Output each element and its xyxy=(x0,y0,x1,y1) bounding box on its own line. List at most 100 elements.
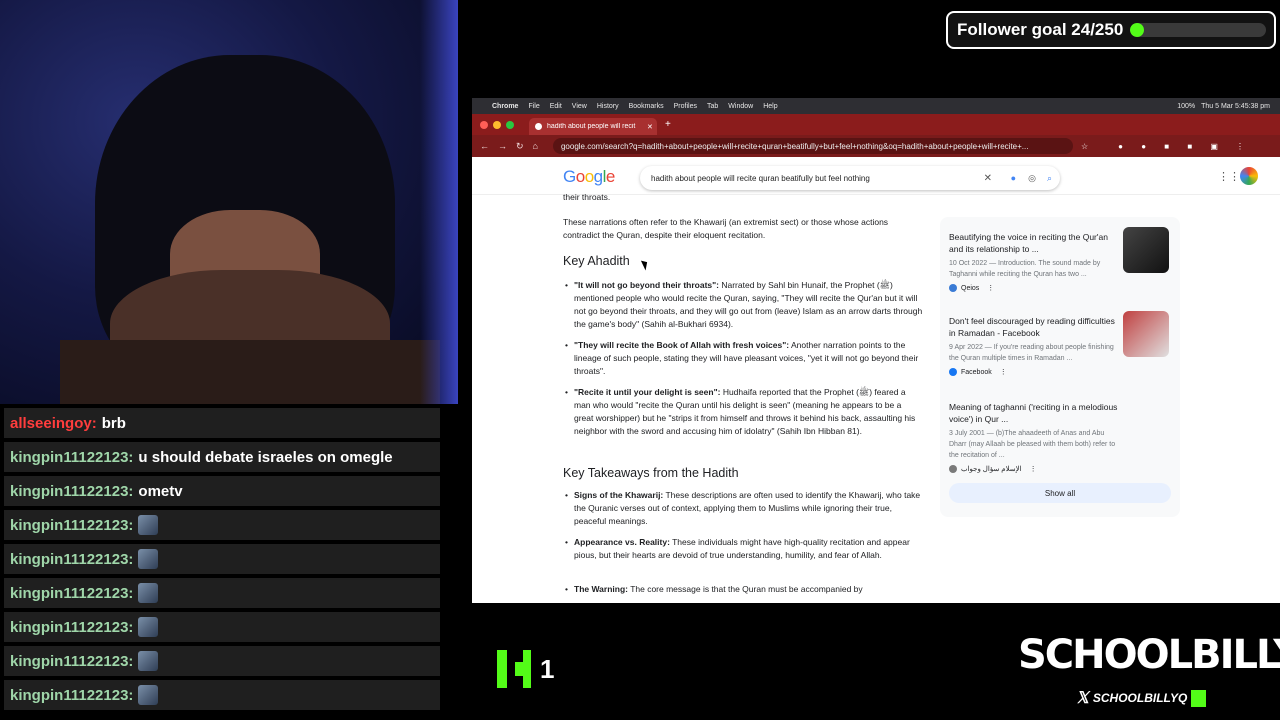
apps-grid-icon[interactable]: ⋮⋮ xyxy=(1218,170,1240,183)
address-bar[interactable]: google.com/search?q=hadith+about+people+… xyxy=(552,138,1073,154)
toolbar: ← → ↻ ⌂ google.com/search?q=hadith+about… xyxy=(472,135,1280,157)
search-icon[interactable]: ⌕ xyxy=(1047,173,1052,184)
source-card[interactable]: Meaning of taghanni ('reciting in a melo… xyxy=(949,401,1169,473)
chat-username[interactable]: kingpin11122123: xyxy=(10,619,133,636)
home-icon[interactable]: ⌂ xyxy=(533,141,538,151)
bookmark-star-icon[interactable]: ☆ xyxy=(1081,142,1088,151)
menu-item[interactable]: Chrome xyxy=(492,103,518,110)
source-site: الإسلام سؤال وجواب ⋮ xyxy=(949,465,1169,473)
mic-icon[interactable]: ● xyxy=(1011,173,1016,183)
source-thumbnail[interactable] xyxy=(1123,311,1169,357)
streamer-logo: SCHOOLBILLYQ xyxy=(1018,632,1280,678)
chat-username[interactable]: kingpin11122123: xyxy=(10,517,133,534)
tab-active[interactable]: hadith about people will recit ✕ xyxy=(529,118,657,135)
menu-item[interactable]: History xyxy=(597,103,619,110)
chat-username[interactable]: kingpin11122123: xyxy=(10,551,133,568)
source-snippet: 3 July 2001 — (b)The ahaadeeth of Anas a… xyxy=(949,430,1116,459)
menu-items: Chrome File Edit View History Bookmarks Profil… xyxy=(492,103,788,110)
source-card[interactable]: Don't feel discouraged by reading diffic… xyxy=(949,311,1169,376)
chat-username[interactable]: kingpin11122123: xyxy=(10,483,133,500)
tab-close-icon[interactable]: ✕ xyxy=(647,123,653,131)
site-name: الإسلام سؤال وجواب xyxy=(961,466,1022,473)
site-name: Facebook xyxy=(961,368,992,376)
reload-icon[interactable]: ↻ xyxy=(516,141,524,152)
chat-message: kingpin11122123: xyxy=(4,510,440,540)
takeaway-title: Signs of the Khawarij: xyxy=(574,490,664,500)
source-thumbnail[interactable] xyxy=(1123,227,1169,273)
menu-item[interactable]: Help xyxy=(763,103,777,110)
chat-message: kingpin11122123: u should debate israeles… xyxy=(4,442,440,472)
google-logo[interactable]: Google xyxy=(563,167,615,187)
chat-message: kingpin11122123: xyxy=(4,578,440,608)
chat-message: kingpin11122123: xyxy=(4,544,440,574)
chat-username[interactable]: kingpin11122123: xyxy=(10,687,133,704)
url-text: google.com/search?q=hadith+about+people+… xyxy=(560,141,1029,151)
zoom-window-icon[interactable] xyxy=(506,120,514,129)
chat-emote xyxy=(138,617,159,637)
menu-item[interactable]: Tab xyxy=(707,103,718,110)
extension-icons[interactable]: ● ● ■ ■ ▣ xyxy=(1118,142,1226,151)
source-title[interactable]: Don't feel discouraged by reading diffic… xyxy=(949,315,1119,339)
kick-small-icon xyxy=(1191,689,1207,707)
chat-emote xyxy=(138,651,159,671)
menu-item[interactable]: View xyxy=(572,103,587,110)
chat-username[interactable]: kingpin11122123: xyxy=(10,585,133,602)
follower-goal-fill xyxy=(1130,23,1144,37)
takeaway-item: Signs of the Khawarij: These description… xyxy=(563,489,923,528)
chat-emote xyxy=(138,685,159,705)
heading-key-takeaways: Key Takeaways from the Hadith xyxy=(563,466,739,480)
site-favicon-icon xyxy=(949,284,957,292)
source-snippet: 9 Apr 2022 — If you're reading about peo… xyxy=(949,344,1114,362)
chat-username[interactable]: kingpin11122123: xyxy=(10,449,133,466)
tab-strip: hadith about people will recit ✕ + xyxy=(472,114,1280,135)
sources-panel: Beautifying the voice in reciting the Qu… xyxy=(940,217,1180,517)
browser-window: Chrome File Edit View History Bookmarks Profil… xyxy=(472,98,1280,603)
source-card[interactable]: Beautifying the voice in reciting the Qu… xyxy=(949,227,1169,292)
chat-username[interactable]: kingpin11122123: xyxy=(10,653,133,670)
chat-username[interactable]: allseeingoy: xyxy=(10,415,97,432)
chat-text: brb xyxy=(101,414,126,432)
heading-key-ahadith: Key Ahadith xyxy=(563,254,630,268)
new-tab-icon[interactable]: + xyxy=(665,119,671,130)
takeaway-item: Appearance vs. Reality: These individual… xyxy=(563,536,923,562)
follower-goal-bar xyxy=(1130,23,1267,37)
hadith-item: "They will recite the Book of Allah with… xyxy=(563,339,923,378)
minimize-window-icon[interactable] xyxy=(493,120,501,129)
viewer-count: 1 xyxy=(540,653,555,684)
menu-kebab-icon[interactable]: ⋮ xyxy=(1236,142,1244,151)
menu-item[interactable]: Edit xyxy=(550,103,562,110)
handle-text: SCHOOLBILLYQ xyxy=(1092,691,1188,705)
source-title[interactable]: Beautifying the voice in reciting the Qu… xyxy=(949,231,1119,255)
intro-paragraph: These narrations often refer to the Khaw… xyxy=(563,217,889,240)
more-options-icon[interactable]: ⋮ xyxy=(1030,465,1037,473)
more-options-icon[interactable]: ⋮ xyxy=(987,284,994,292)
avatar[interactable] xyxy=(1240,167,1258,185)
site-name: Qeios xyxy=(961,284,980,292)
menu-item[interactable]: File xyxy=(528,103,539,110)
search-input[interactable]: hadith about people will recite quran be… xyxy=(651,174,870,183)
search-box[interactable]: hadith about people will recite quran be… xyxy=(640,166,1060,190)
chat-emote xyxy=(138,549,159,569)
source-title[interactable]: Meaning of taghanni ('reciting in a melo… xyxy=(949,401,1119,425)
site-favicon-icon xyxy=(949,465,957,473)
lens-icon[interactable]: ◎ xyxy=(1028,173,1036,184)
more-options-icon[interactable]: ⋮ xyxy=(1000,368,1007,376)
menu-item[interactable]: Window xyxy=(728,103,753,110)
show-all-button[interactable]: Show all xyxy=(949,483,1171,503)
hadith-title: "They will recite the Book of Allah with… xyxy=(574,340,790,350)
chat-text: ometv xyxy=(138,482,183,500)
clock: Thu 5 Mar 5:45:38 pm xyxy=(1201,102,1270,110)
clear-icon[interactable]: ✕ xyxy=(984,173,992,184)
menu-item[interactable]: Bookmarks xyxy=(629,103,664,110)
close-window-icon[interactable] xyxy=(480,120,488,129)
follower-goal-label: Follower goal 24/250 xyxy=(957,20,1124,39)
forward-icon[interactable]: → xyxy=(498,141,507,151)
macos-menu-bar: Chrome File Edit View History Bookmarks Profil… xyxy=(472,98,1280,114)
chat-text: u should debate israeles on omegle xyxy=(138,448,393,466)
tab-title: hadith about people will recit xyxy=(547,123,636,130)
chat-emote xyxy=(138,515,159,535)
takeaway-title: The Warning: xyxy=(574,584,628,594)
menu-item[interactable]: Profiles xyxy=(674,103,697,110)
chat-panel: allseeingoy: brb kingpin11122123: u should … xyxy=(0,408,442,720)
back-icon[interactable]: ← xyxy=(480,141,489,151)
